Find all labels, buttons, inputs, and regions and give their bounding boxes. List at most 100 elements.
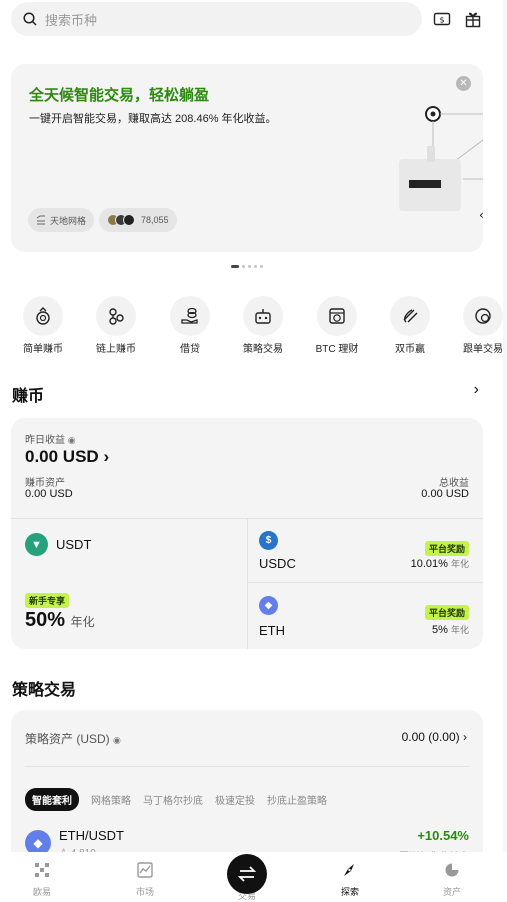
grid-strategy-chip[interactable]: 天地网格 — [28, 208, 95, 232]
robot-icon — [255, 309, 271, 324]
nav-market-label: 市场 — [135, 887, 154, 897]
usdt-rate: 50% 年化 — [25, 609, 95, 631]
strategy-assets-value[interactable]: 0.00 (0.00) › — [402, 730, 467, 744]
divider — [25, 766, 469, 767]
shortcut-label: 链上赚币 — [96, 344, 136, 355]
yesterday-earnings-value[interactable]: 0.00 USD › — [25, 447, 109, 467]
earn-section-title: 赚币 — [12, 388, 45, 405]
chart-line-icon — [137, 862, 153, 878]
search-placeholder: 搜索币种 — [45, 12, 98, 28]
new-user-tag: 新手专享 — [25, 593, 70, 608]
search-bar[interactable]: 搜索币种 — [11, 2, 422, 36]
copy-trade-icon — [475, 308, 491, 324]
swap-arrows-icon — [237, 866, 257, 882]
shortcut-label: 借贷 — [180, 344, 200, 355]
users-chip: 78,055 — [99, 208, 177, 232]
tab-dca[interactable]: 极速定投 — [215, 792, 255, 807]
shortcut-label: 策略交易 — [243, 344, 283, 355]
chevron-right-icon: › — [463, 730, 467, 744]
shortcut-dual-invest[interactable]: 双币赢 — [375, 296, 445, 355]
eth-icon: ◆ — [259, 596, 278, 615]
trading-bot-illustration: ‹ — [399, 106, 483, 222]
nav-trade[interactable]: 交易 — [217, 854, 277, 902]
eth-name: ETH — [259, 623, 285, 638]
usdc-icon: $ — [259, 531, 278, 550]
platform-reward-tag: 平台奖励 — [424, 541, 469, 556]
bottom-nav: 欧易 市场 交易 探索 资产 — [0, 852, 507, 902]
svg-text:‹: ‹ — [479, 208, 483, 222]
gift-icon[interactable] — [464, 10, 482, 28]
nav-assets[interactable]: 资产 — [422, 862, 482, 898]
shortcut-label: BTC 理财 — [315, 344, 359, 355]
scan-ticket-icon[interactable]: $ — [433, 10, 451, 28]
nav-explore[interactable]: 探索 — [320, 862, 380, 898]
product-usdc[interactable]: $ USDC 平台奖励 10.01% 年化 — [248, 519, 483, 582]
banner-subtitle: 一键开启智能交易，赚取高达 208.46% 年化收益。 — [29, 113, 277, 125]
platform-reward-tag: 平台奖励 — [424, 605, 469, 620]
strategy-pair[interactable]: ETH/USDT — [59, 828, 124, 843]
total-earnings-label: 总收益 — [439, 478, 469, 489]
earn-assets-label: 赚币资产 — [25, 478, 65, 489]
shortcut-onchain-earn[interactable]: 链上赚币 — [81, 296, 151, 355]
strategy-apy: +10.54% — [417, 828, 469, 843]
shortcut-loan[interactable]: 借贷 — [155, 296, 225, 355]
edge-strip — [503, 0, 507, 902]
okx-logo-icon — [35, 863, 49, 877]
chain-icon — [109, 308, 124, 325]
tab-dip-tp[interactable]: 抄底止盈策略 — [267, 792, 327, 807]
chevron-right-icon: › — [103, 447, 110, 466]
shortcut-copy-trade[interactable]: 跟单交易 — [448, 296, 507, 355]
product-usdt[interactable]: ▼ USDT 新手专享 50% 年化 — [11, 519, 247, 649]
strategy-section-title: 策略交易 — [12, 682, 77, 699]
product-eth[interactable]: ◆ ETH 平台奖励 5% 年化 — [248, 583, 483, 649]
tab-grid[interactable]: 网格策略 — [91, 792, 131, 807]
nav-assets-label: 资产 — [442, 887, 461, 897]
shortcut-strategy-trade[interactable]: 策略交易 — [228, 296, 298, 355]
shortcut-row: 简单赚币 链上赚币 借贷 策略交易 BTC 理财 双币赢 跟单交易 — [0, 296, 507, 356]
hand-coin-icon — [181, 307, 198, 324]
close-icon[interactable]: ✕ — [456, 76, 471, 91]
usdt-icon: ▼ — [25, 533, 48, 556]
earn-card: 昨日收益 ◉ 0.00 USD › 赚币资产 0.00 USD 总收益 0.00… — [11, 418, 483, 649]
nav-home-label: 欧易 — [32, 887, 51, 897]
usdt-name: USDT — [56, 537, 92, 552]
strategy-card: 策略资产 (USD) ◉ 0.00 (0.00) › 智能套利 网格策略 马丁格… — [11, 710, 483, 870]
strategy-tabs: 智能套利 网格策略 马丁格尔抄底 极速定投 抄底止盈策略 — [25, 788, 327, 811]
search-icon — [23, 12, 37, 26]
banner-pagination[interactable] — [231, 265, 263, 268]
eth-rate: 5% 年化 — [432, 624, 469, 636]
nav-market[interactable]: 市场 — [115, 862, 175, 898]
coin-stack-icon — [36, 307, 50, 325]
btc-safe-icon — [329, 308, 345, 324]
shortcut-label: 双币赢 — [395, 344, 425, 355]
nav-explore-label: 探索 — [340, 887, 359, 897]
promo-banner[interactable]: 全天候智能交易，轻松躺盈 一键开启智能交易，赚取高达 208.46% 年化收益。… — [11, 64, 483, 252]
grid-icon — [36, 215, 45, 225]
shortcut-label: 简单赚币 — [23, 344, 63, 355]
svg-text:$: $ — [439, 16, 444, 25]
tab-smart-arbitrage[interactable]: 智能套利 — [25, 788, 79, 811]
compass-icon — [344, 864, 354, 876]
total-earnings-value: 0.00 USD — [421, 488, 469, 500]
trade-button[interactable] — [227, 854, 267, 894]
pie-chart-icon — [445, 863, 459, 877]
usdc-name: USDC — [259, 556, 296, 571]
strategy-assets-label: 策略资产 (USD) ◉ — [25, 732, 121, 746]
users-count: 78,055 — [141, 215, 169, 225]
shortcut-simple-earn[interactable]: 简单赚币 — [8, 296, 78, 355]
dual-coin-icon — [403, 309, 418, 323]
earn-assets-value: 0.00 USD — [25, 488, 73, 500]
avatar-group — [107, 214, 135, 226]
tab-martingale[interactable]: 马丁格尔抄底 — [143, 792, 203, 807]
eye-icon[interactable]: ◉ — [68, 435, 76, 445]
eye-icon[interactable]: ◉ — [113, 735, 121, 745]
usdc-rate: 10.01% 年化 — [410, 558, 469, 570]
shortcut-label: 跟单交易 — [463, 344, 503, 355]
shortcut-btc-finance[interactable]: BTC 理财 — [302, 296, 372, 355]
banner-title: 全天候智能交易，轻松躺盈 — [29, 87, 210, 104]
nav-home[interactable]: 欧易 — [12, 862, 72, 898]
chevron-right-icon[interactable]: › — [474, 381, 479, 399]
top-bar: 搜索币种 $ — [0, 0, 507, 40]
chip-grid-label: 天地网格 — [50, 215, 87, 226]
yesterday-earnings-label: 昨日收益 ◉ — [25, 435, 76, 446]
